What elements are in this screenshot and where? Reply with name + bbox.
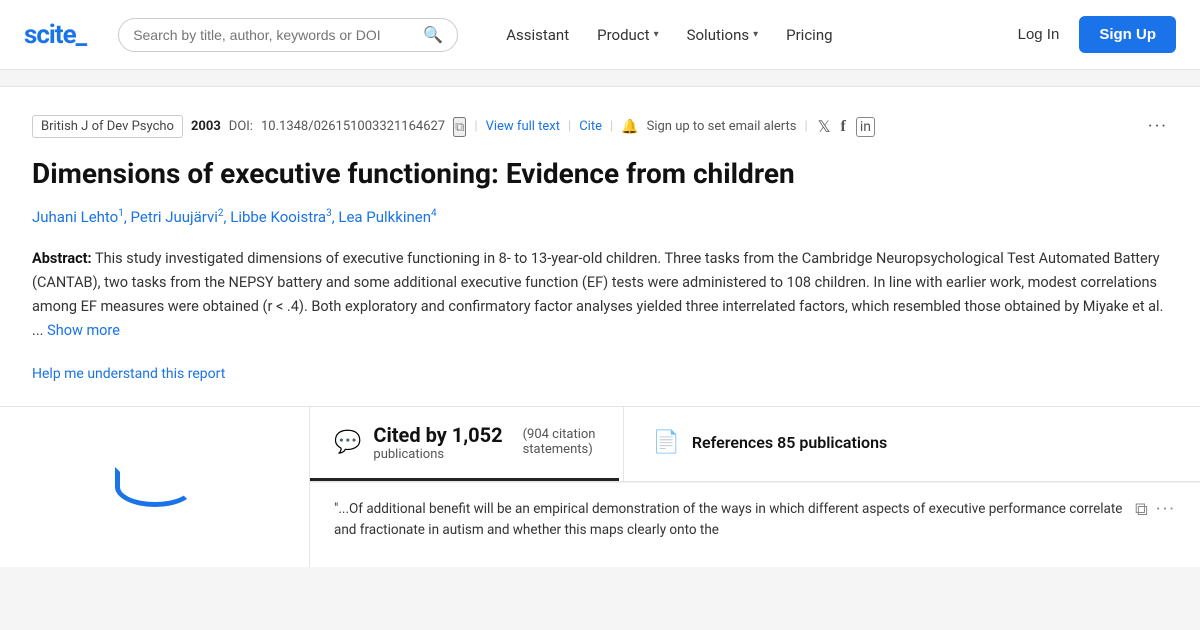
nav-pricing-label: Pricing xyxy=(786,26,832,44)
cited-by-tab-content: Cited by 1,052 publications xyxy=(373,423,502,462)
nav-product-label: Product xyxy=(597,26,649,44)
doi-label: DOI: xyxy=(229,119,253,134)
nav-assistant-label: Assistant xyxy=(506,26,569,44)
citations-panel: 💬 Cited by 1,052 publications (904 citat… xyxy=(310,407,1200,567)
loading-arc xyxy=(115,467,195,507)
chevron-down-icon: ▾ xyxy=(654,29,659,40)
nav-links: Assistant Product ▾ Solutions ▾ Pricing xyxy=(494,20,989,50)
chart-panel xyxy=(0,407,310,567)
article-title: Dimensions of executive functioning: Evi… xyxy=(32,156,1168,192)
help-link[interactable]: Help me understand this report xyxy=(32,366,225,382)
references-tab[interactable]: 📄 References 85 publications xyxy=(628,407,911,481)
bell-icon: 🔔 xyxy=(621,119,638,135)
article-year: 2003 xyxy=(191,119,221,134)
chevron-down-icon-solutions: ▾ xyxy=(753,29,758,40)
abstract-body: This study investigated dimensions of ex… xyxy=(32,250,1163,339)
nav-actions: Log In Sign Up xyxy=(1006,16,1176,53)
signup-button[interactable]: Sign Up xyxy=(1079,16,1176,53)
bottom-section: 💬 Cited by 1,052 publications (904 citat… xyxy=(0,407,1200,567)
meta-more-button[interactable]: ··· xyxy=(1148,116,1168,137)
linkedin-icon[interactable]: in xyxy=(856,117,875,137)
article-card: British J of Dev Psycho 2003 DOI: 10.134… xyxy=(0,86,1200,407)
alert-text: Sign up to set email alerts xyxy=(647,119,797,134)
author-4[interactable]: Lea Pulkkinen4 xyxy=(338,208,436,226)
facebook-icon[interactable]: f xyxy=(841,118,846,136)
author-1[interactable]: Juhani Lehto1 xyxy=(32,208,124,226)
logo[interactable]: scite_ xyxy=(24,20,86,50)
speech-bubble-icon: 💬 xyxy=(334,430,361,455)
citations-tabs: 💬 Cited by 1,052 publications (904 citat… xyxy=(310,407,1200,482)
view-full-text-link[interactable]: View full text xyxy=(486,119,560,134)
nav-product[interactable]: Product ▾ xyxy=(585,20,670,50)
quote-more-button[interactable]: ··· xyxy=(1156,499,1176,520)
citation-statements: (904 citation statements) xyxy=(523,427,596,457)
search-button[interactable]: 🔍 xyxy=(423,25,443,45)
authors-list: Juhani Lehto1, Petri Juujärvi2, Libbe Ko… xyxy=(32,206,1168,229)
show-more-link[interactable]: Show more xyxy=(47,322,120,339)
references-label: References 85 publications xyxy=(692,433,887,452)
abstract-text: Abstract: This study investigated dimens… xyxy=(32,247,1168,343)
doi-value: 10.1348/026151003321164627 xyxy=(261,119,445,134)
search-input[interactable] xyxy=(133,27,423,43)
nav-solutions-label: Solutions xyxy=(687,26,750,44)
navbar: scite_ 🔍 Assistant Product ▾ Solutions ▾… xyxy=(0,0,1200,70)
quote-actions: ⧉ ··· xyxy=(1135,499,1176,520)
document-icon: 📄 xyxy=(652,430,679,455)
tab-divider xyxy=(623,407,624,481)
nav-solutions[interactable]: Solutions ▾ xyxy=(675,20,771,50)
copy-doi-button[interactable]: ⧉ xyxy=(453,117,466,137)
abstract-label: Abstract: xyxy=(32,250,92,267)
nav-assistant[interactable]: Assistant xyxy=(494,20,581,50)
article-meta-bar: British J of Dev Psycho 2003 DOI: 10.134… xyxy=(32,115,1168,138)
quote-card: "...Of additional benefit will be an emp… xyxy=(310,482,1200,558)
quote-text: "...Of additional benefit will be an emp… xyxy=(334,499,1123,542)
author-2[interactable]: Petri Juujärvi2 xyxy=(131,208,224,226)
author-3[interactable]: Libbe Kooistra3 xyxy=(230,208,331,226)
cited-by-tab[interactable]: 💬 Cited by 1,052 publications (904 citat… xyxy=(310,407,619,481)
login-button[interactable]: Log In xyxy=(1006,18,1072,51)
journal-badge: British J of Dev Psycho xyxy=(32,115,183,138)
cited-by-count: Cited by 1,052 xyxy=(373,423,502,447)
twitter-icon[interactable]: 𝕏 xyxy=(818,117,831,136)
cited-by-sub: publications xyxy=(373,447,502,462)
citation-statements-info: (904 citation statements) xyxy=(523,427,596,457)
search-bar: 🔍 xyxy=(118,18,458,52)
nav-pricing[interactable]: Pricing xyxy=(774,20,844,50)
copy-quote-button[interactable]: ⧉ xyxy=(1135,499,1148,520)
search-icon: 🔍 xyxy=(423,27,443,44)
cite-link[interactable]: Cite xyxy=(579,119,602,134)
